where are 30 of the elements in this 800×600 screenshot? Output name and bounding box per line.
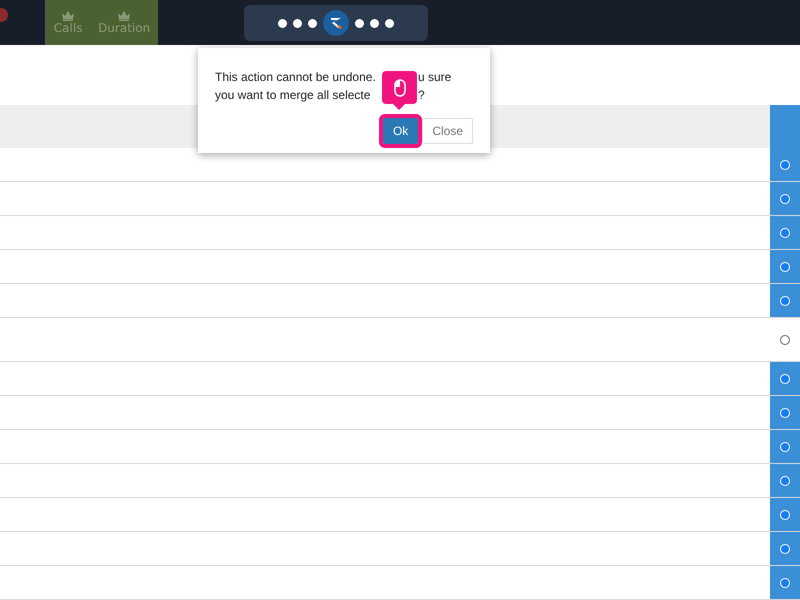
table-row[interactable] xyxy=(0,362,800,396)
table-row[interactable] xyxy=(0,182,800,216)
crown-icon xyxy=(117,10,132,21)
dot-icon xyxy=(278,18,287,28)
table-row[interactable] xyxy=(0,396,800,430)
table-row[interactable] xyxy=(0,430,800,464)
table-row[interactable] xyxy=(0,532,800,566)
table-row[interactable] xyxy=(0,498,800,532)
table-row[interactable] xyxy=(0,284,800,318)
logo-icon xyxy=(323,10,349,36)
dot-icon xyxy=(385,18,394,28)
dot-icon xyxy=(293,18,302,28)
dot-icon xyxy=(370,18,379,28)
dialog-message: u sure xyxy=(418,69,452,86)
crown-icon xyxy=(61,10,76,21)
table-row[interactable] xyxy=(0,464,800,498)
dot-icon xyxy=(355,18,364,28)
dot-icon xyxy=(308,18,317,28)
radio-button[interactable] xyxy=(780,334,790,344)
stat-label[interactable]: Duration xyxy=(98,21,150,35)
select-all-cell xyxy=(770,105,800,148)
stat-label[interactable]: Calls xyxy=(54,21,82,35)
dialog-message: This action cannot be undone. xyxy=(215,69,377,86)
mouse-icon xyxy=(394,78,406,96)
table-row[interactable] xyxy=(0,566,800,600)
close-button[interactable]: Close xyxy=(422,118,473,144)
dialog-message: ? xyxy=(418,87,425,104)
table-row[interactable] xyxy=(0,216,800,250)
table-row[interactable] xyxy=(0,250,800,284)
dialog-message: you want to merge all selecte xyxy=(215,87,372,104)
